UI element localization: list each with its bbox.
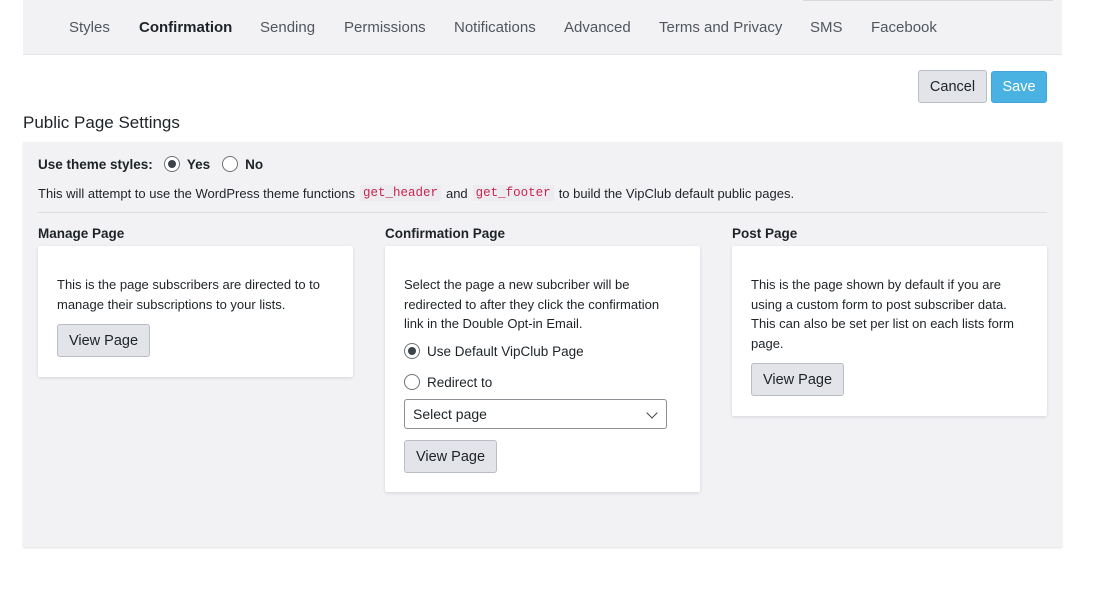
- section-title: Public Page Settings: [23, 113, 180, 132]
- tab-bar-top-border: [803, 0, 1053, 1]
- code-get-header: get_header: [359, 185, 441, 201]
- theme-styles-row: Use theme styles: Yes No: [38, 156, 263, 172]
- redirect-radio[interactable]: [404, 374, 420, 390]
- manage-page-card: This is the page subscribers are directe…: [38, 246, 353, 377]
- default-page-radio[interactable]: [404, 343, 420, 359]
- confirmation-view-page-button[interactable]: View Page: [404, 440, 497, 473]
- tab-confirmation[interactable]: Confirmation: [139, 19, 232, 36]
- post-page-description: This is the page shown by default if you…: [751, 277, 1015, 351]
- manage-view-page-button[interactable]: View Page: [57, 324, 150, 357]
- description-text-start: This will attempt to use the WordPress t…: [38, 185, 355, 201]
- tab-permissions[interactable]: Permissions: [344, 19, 426, 36]
- code-get-footer: get_footer: [472, 185, 554, 201]
- theme-description: This will attempt to use the WordPress t…: [38, 185, 794, 201]
- chevron-down-icon: [646, 407, 658, 419]
- manage-page-title: Manage Page: [38, 226, 125, 241]
- cancel-button[interactable]: Cancel: [918, 70, 987, 103]
- select-value: Select page: [413, 406, 487, 422]
- redirect-page-select[interactable]: Select page: [404, 399, 667, 429]
- confirmation-page-title: Confirmation Page: [385, 226, 506, 241]
- tab-notifications[interactable]: Notifications: [454, 19, 536, 36]
- option-redirect: Redirect to: [404, 374, 492, 390]
- tab-sending[interactable]: Sending: [260, 19, 315, 36]
- theme-styles-label: Use theme styles:: [38, 156, 153, 172]
- default-page-label: Use Default VipClub Page: [427, 343, 584, 359]
- redirect-label: Redirect to: [427, 374, 493, 390]
- option-default-page: Use Default VipClub Page: [404, 343, 584, 359]
- tab-sms[interactable]: SMS: [810, 19, 843, 36]
- theme-styles-yes-radio[interactable]: [163, 156, 180, 172]
- theme-styles-no-radio[interactable]: [222, 156, 239, 172]
- post-page-title: Post Page: [732, 226, 798, 241]
- tab-facebook[interactable]: Facebook: [871, 19, 937, 36]
- save-button[interactable]: Save: [991, 71, 1047, 103]
- post-view-page-button[interactable]: View Page: [751, 363, 844, 396]
- manage-page-description: This is the page subscribers are directe…: [57, 277, 321, 312]
- public-page-settings-panel: Use theme styles: Yes No This will attem…: [23, 142, 1062, 547]
- post-page-card: This is the page shown by default if you…: [732, 246, 1047, 416]
- tab-advanced[interactable]: Advanced: [564, 19, 631, 36]
- confirmation-page-description: Select the page a new subcriber will be …: [404, 277, 660, 331]
- confirmation-page-card: Select the page a new subcriber will be …: [385, 246, 700, 492]
- description-text-middle: and: [445, 185, 468, 201]
- description-text-end: to build the VipClub default public page…: [558, 185, 795, 201]
- theme-styles-yes-label: Yes: [186, 156, 211, 172]
- settings-tab-bar: Styles Confirmation Sending Permissions …: [23, 0, 1062, 55]
- divider: [38, 212, 1047, 213]
- theme-styles-no-label: No: [245, 156, 264, 172]
- tab-terms-and-privacy[interactable]: Terms and Privacy: [659, 19, 782, 36]
- tab-styles[interactable]: Styles: [69, 19, 110, 36]
